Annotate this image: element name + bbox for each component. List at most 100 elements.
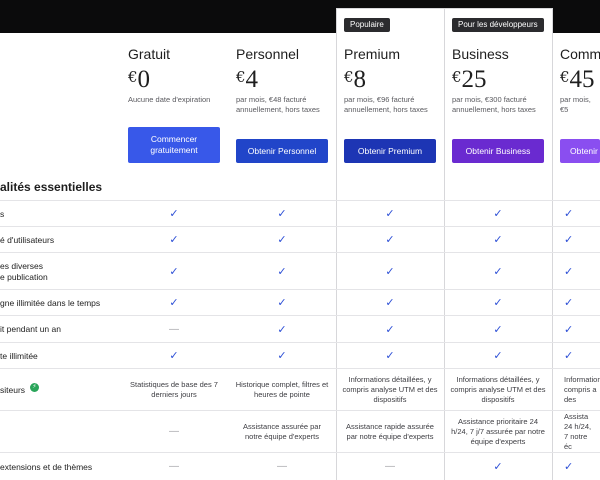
plan-business: Business €25 par mois, €300 facturé annu… bbox=[452, 45, 560, 115]
price-amount: 45 bbox=[569, 66, 595, 93]
dash-icon: — bbox=[277, 461, 287, 472]
feature-cell: ✓ bbox=[552, 343, 600, 369]
plan-personal: Personnel €4 par mois, €48 facturé annue… bbox=[236, 45, 344, 115]
feature-cell-text: Statistiques de base des 7 derniers jour… bbox=[130, 380, 218, 399]
developers-badge: Pour les développeurs bbox=[452, 18, 544, 32]
feature-cell: ✓ bbox=[336, 316, 444, 343]
feature-label: é d'utilisateurs bbox=[0, 235, 55, 245]
plan-commerce: Comme €45 par mois, €5 bbox=[560, 45, 600, 115]
check-icon: ✓ bbox=[493, 265, 503, 278]
check-icon: ✓ bbox=[277, 350, 287, 362]
feature-cell: Assistance assurée par notre équipe d'ex… bbox=[228, 411, 336, 453]
currency-symbol: € bbox=[344, 68, 354, 86]
feature-cell-text: Information compris a des bbox=[564, 375, 600, 404]
check-icon: ✓ bbox=[169, 234, 179, 246]
check-icon: ✓ bbox=[564, 234, 574, 246]
check-icon: ✓ bbox=[277, 234, 287, 246]
feature-label: es diverses e publication bbox=[0, 261, 48, 282]
currency-symbol: € bbox=[560, 68, 570, 86]
plan-premium: Premium €8 par mois, €96 facturé annuell… bbox=[344, 45, 452, 115]
table-row: s ✓ ✓ ✓ ✓ ✓ bbox=[0, 200, 600, 226]
plan-name: Premium bbox=[344, 46, 401, 62]
get-personal-button[interactable]: Obtenir Personnel bbox=[236, 139, 328, 163]
dash-icon: — bbox=[169, 323, 179, 335]
plan-billing-note: par mois, €300 facturé annuellement, hor… bbox=[452, 95, 536, 114]
feature-cell: Assistance rapide assurée par notre équi… bbox=[336, 411, 444, 453]
check-icon: ✓ bbox=[564, 461, 574, 473]
feature-cell: Informations détaillées, y compris analy… bbox=[336, 369, 444, 411]
check-icon: ✓ bbox=[169, 208, 179, 220]
table-row: es diverses e publication ✓ ✓ ✓ ✓ ✓ bbox=[0, 252, 600, 289]
price-amount: 4 bbox=[245, 66, 259, 93]
plan-billing-note: Aucune date d'expiration bbox=[128, 95, 211, 104]
get-premium-button[interactable]: Obtenir Premium bbox=[344, 139, 436, 163]
check-icon: ✓ bbox=[493, 350, 503, 362]
table-row: extensions et de thèmes — — — ✓ ✓ bbox=[0, 452, 600, 480]
feature-cell: ✓ bbox=[228, 343, 336, 369]
plan-price: €4 bbox=[236, 66, 344, 94]
feature-cell-text: Assistance rapide assurée par notre équi… bbox=[346, 422, 434, 441]
feature-cell: — bbox=[336, 453, 444, 480]
table-row: te illimitée ✓ ✓ ✓ ✓ ✓ bbox=[0, 342, 600, 368]
check-icon: ✓ bbox=[493, 323, 503, 336]
feature-cell: — bbox=[120, 411, 228, 453]
feature-cell: ✓ bbox=[336, 253, 444, 290]
feature-cell: ✓ bbox=[120, 201, 228, 227]
feature-cell: Information compris a des bbox=[552, 369, 600, 411]
feature-label: gne illimitée dans le temps bbox=[0, 298, 101, 308]
check-icon: ✓ bbox=[385, 323, 395, 336]
price-amount: 25 bbox=[461, 66, 487, 93]
currency-symbol: € bbox=[128, 68, 138, 86]
dash-icon: — bbox=[169, 461, 179, 472]
feature-cell-text: Informations détaillées, y compris analy… bbox=[342, 375, 438, 404]
feature-cell-text: Assista 24 h/24, 7 notre éc bbox=[564, 412, 592, 451]
plan-billing-note: par mois, €5 bbox=[560, 95, 591, 114]
plan-price: €0 bbox=[128, 66, 236, 94]
section-title: alités essentielles bbox=[0, 180, 103, 194]
feature-cell-text: Historique complet, filtres et heures de… bbox=[235, 380, 329, 399]
check-icon: ✓ bbox=[385, 265, 395, 278]
get-commerce-button[interactable]: Obtenir bbox=[560, 139, 600, 163]
check-icon: ✓ bbox=[169, 265, 179, 278]
feature-cell: ✓ bbox=[228, 201, 336, 227]
feature-cell: ✓ bbox=[552, 227, 600, 253]
dash-icon: — bbox=[169, 426, 179, 437]
check-icon: ✓ bbox=[493, 461, 503, 473]
check-icon: ✓ bbox=[564, 208, 574, 220]
feature-cell: ✓ bbox=[120, 290, 228, 316]
feature-label: it pendant un an bbox=[0, 324, 61, 334]
start-free-button[interactable]: Commencer gratuitement bbox=[128, 127, 220, 163]
table-row: it pendant un an — ✓ ✓ ✓ ✓ bbox=[0, 315, 600, 342]
check-icon: ✓ bbox=[385, 234, 395, 246]
feature-cell: ✓ bbox=[552, 201, 600, 227]
check-icon: ✓ bbox=[277, 208, 287, 220]
check-icon: ✓ bbox=[277, 265, 287, 278]
check-icon: ✓ bbox=[385, 297, 395, 309]
check-icon: ✓ bbox=[169, 297, 179, 309]
feature-cell: ✓ bbox=[444, 316, 552, 343]
plan-name: Gratuit bbox=[128, 46, 171, 62]
dash-icon: — bbox=[385, 461, 395, 472]
check-icon: ✓ bbox=[493, 297, 503, 309]
feature-cell: Assista 24 h/24, 7 notre éc bbox=[552, 411, 600, 453]
feature-label: siteurs bbox=[0, 385, 26, 395]
feature-cell: — bbox=[120, 453, 228, 480]
plan-price: €8 bbox=[344, 66, 452, 94]
table-row: — Assistance assurée par notre équipe d'e… bbox=[0, 410, 600, 452]
plan-price: €45 bbox=[560, 66, 600, 94]
get-business-button[interactable]: Obtenir Business bbox=[452, 139, 544, 163]
feature-cell: Assistance prioritaire 24 h/24, 7 j/7 as… bbox=[444, 411, 552, 453]
check-icon: ✓ bbox=[564, 265, 574, 278]
feature-cell: ✓ bbox=[444, 201, 552, 227]
plan-name: Business bbox=[452, 46, 509, 62]
plan-name: Personnel bbox=[236, 46, 300, 62]
feature-cell: ✓ bbox=[444, 453, 552, 480]
feature-cell: ✓ bbox=[120, 343, 228, 369]
feature-cell: — bbox=[120, 316, 228, 343]
check-icon: ✓ bbox=[493, 234, 503, 246]
check-icon: ✓ bbox=[277, 323, 287, 336]
plan-billing-note: par mois, €96 facturé annuellement, hors… bbox=[344, 95, 428, 114]
feature-cell: — bbox=[228, 453, 336, 480]
feature-cell-text: Assistance assurée par notre équipe d'ex… bbox=[243, 422, 321, 441]
feature-cell: ✓ bbox=[336, 343, 444, 369]
